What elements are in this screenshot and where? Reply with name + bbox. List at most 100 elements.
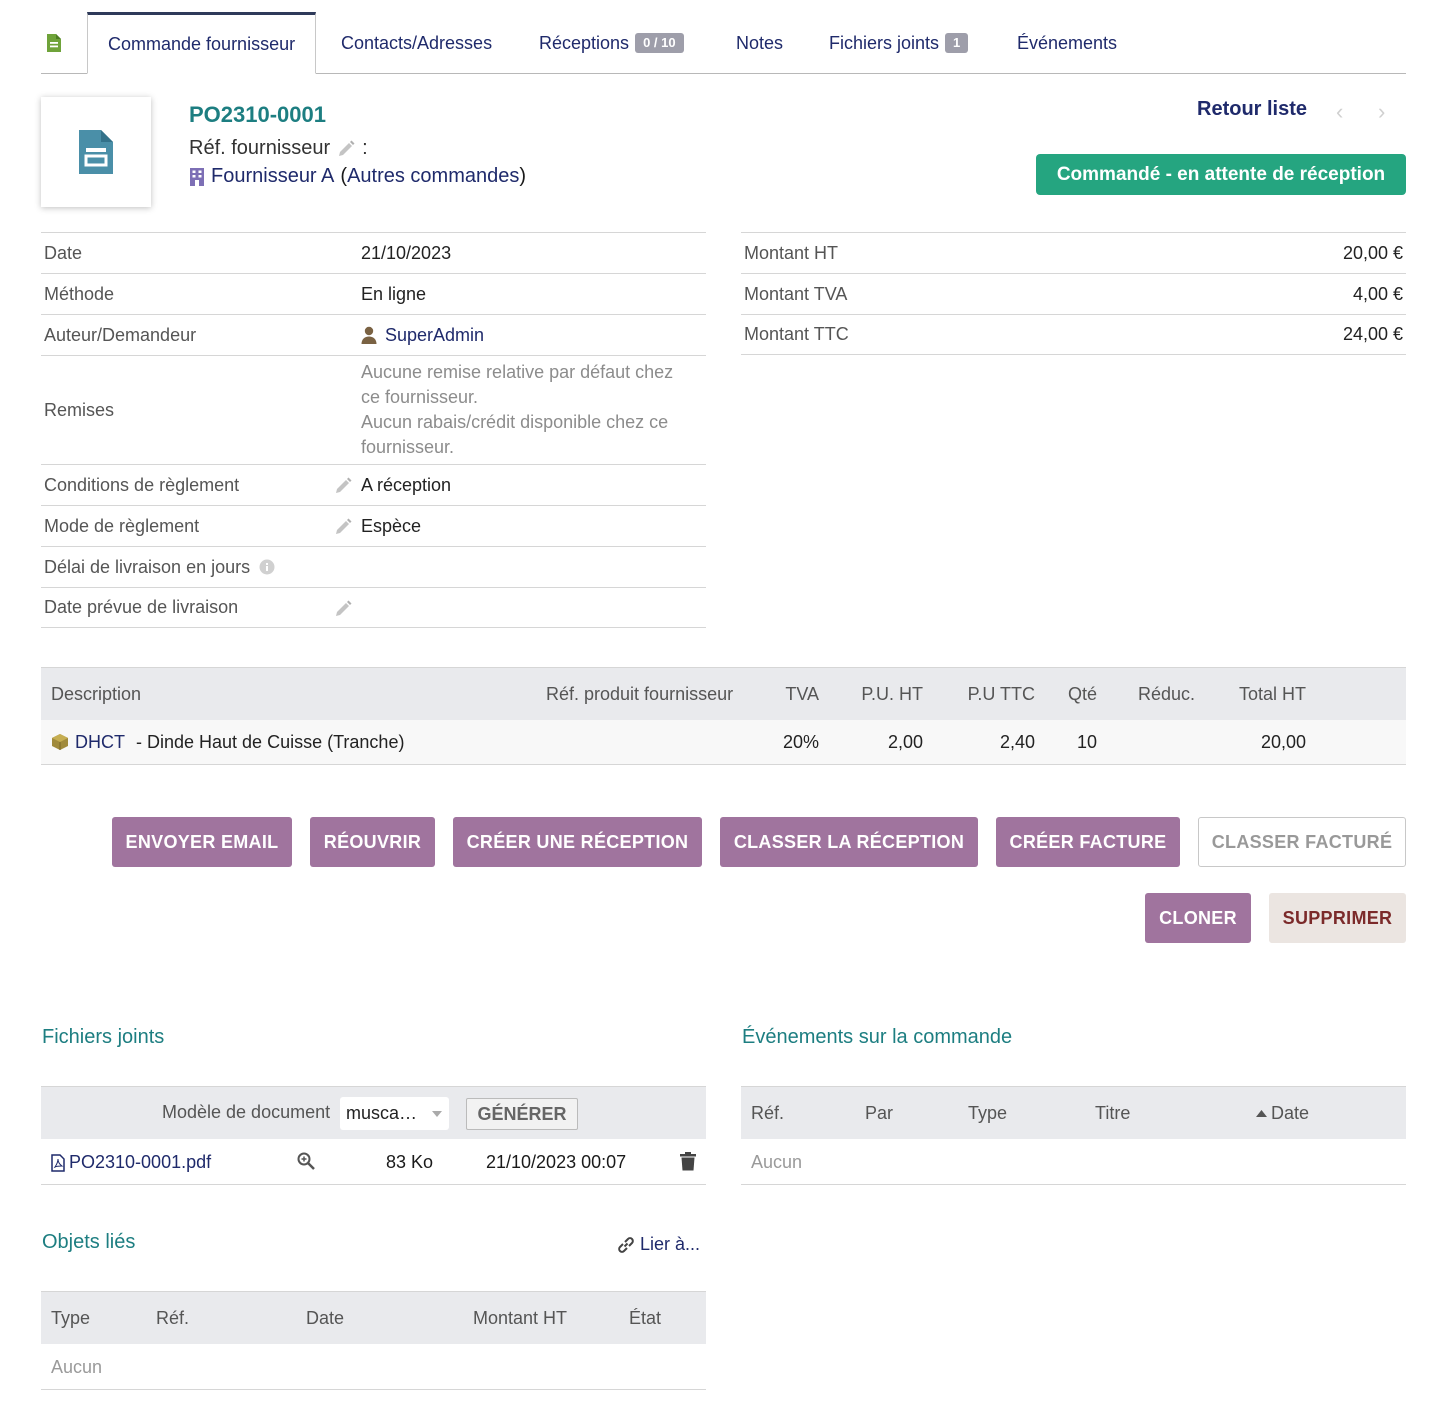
col-supplier-ref: Réf. produit fournisseur [546,683,734,704]
delete-button[interactable]: SUPPRIMER [1269,893,1406,943]
zoom-preview-icon[interactable] [297,1152,315,1170]
col-qty: Qté [1067,683,1097,704]
amount-tva-value: 4,00 € [1352,283,1403,304]
events-col-date[interactable]: Date [1256,1103,1309,1124]
method-label: Méthode [44,283,115,304]
tab-bar: Commande fournisseur Contacts/Adresses R… [41,12,1406,74]
date-value: 21/10/2023 [361,242,452,263]
send-email-button[interactable]: ENVOYER EMAIL [112,817,292,867]
other-orders-link[interactable]: Autres commandes [347,165,519,187]
product-ref-link[interactable]: DHCT [75,732,125,753]
create-invoice-button[interactable]: CRÉER FACTURE [996,817,1180,867]
previous-record-icon[interactable]: ‹ [1336,99,1343,125]
generate-button[interactable]: GÉNÉRER [466,1098,578,1130]
linked-col-type: Type [51,1308,91,1328]
pdf-file-icon [51,1153,65,1172]
amount-ht-value: 20,00 € [1342,242,1403,263]
status-badge: Commandé - en attente de réception [1036,154,1406,195]
tab-contacts[interactable]: Contacts/Adresses [341,12,492,74]
link-to-button[interactable]: Lier à... [617,1234,700,1255]
events-col-ref[interactable]: Réf. [751,1103,784,1124]
events-col-by[interactable]: Par [865,1103,893,1124]
credit-text: Aucun rabais/crédit disponible chez ce f… [361,412,669,457]
line-pu-ttc: 2,40 [999,731,1035,752]
chevron-down-icon [432,1111,442,1117]
tab-attached-files[interactable]: Fichiers joints 1 [829,12,969,74]
document-icon [47,34,61,52]
other-orders-group: (Autres commandes) [340,165,527,187]
classify-reception-button[interactable]: CLASSER LA RÉCEPTION [720,817,978,867]
edit-pencil-icon[interactable] [333,517,353,537]
sort-asc-icon [1256,1110,1267,1117]
events-empty-text: Aucun [751,1152,803,1172]
tab-label: Contacts/Adresses [341,32,493,53]
info-icon[interactable] [259,559,275,575]
edit-pencil-icon[interactable] [336,139,356,159]
document-thumbnail [41,97,151,207]
col-pu-ht: P.U. HT [861,683,923,704]
receptions-count-badge: 0 / 10 [635,33,684,53]
info-row-date: Date 21/10/2023 [41,232,706,273]
edit-pencil-icon[interactable] [333,476,353,496]
info-row-method: Méthode En ligne [41,273,706,314]
supplier-ref-line: Réf. fournisseur : [189,137,368,160]
payment-terms-value: A réception [361,474,452,495]
author-value: SuperAdmin [361,325,706,346]
amounts-table: Montant HT 20,00 € Montant TVA 4,00 € Mo… [741,232,1406,355]
delivery-delay-label: Délai de livraison en jours [44,556,251,577]
tab-label: Réceptions [539,32,630,53]
product-box-icon [52,734,68,750]
supplier-ref-label: Réf. fournisseur [189,137,331,159]
reopen-button[interactable]: RÉOUVRIR [310,817,435,867]
linked-col-state: État [629,1308,662,1328]
model-select[interactable]: musca… [340,1097,449,1130]
col-total-ht: Total HT [1238,683,1306,704]
supplier-ref-separator: : [362,137,368,159]
tab-label: Événements [1017,32,1118,53]
discounts-value: Aucune remise relative par défaut chez c… [361,356,691,464]
author-label: Auteur/Demandeur [44,324,197,345]
building-icon [190,167,204,186]
events-col-title[interactable]: Titre [1095,1103,1130,1124]
files-count-badge: 1 [945,33,969,53]
tab-label: Notes [736,32,784,53]
info-row-author: Auteur/Demandeur SuperAdmin [41,314,706,355]
files-section-title: Fichiers joints [42,1026,165,1048]
method-value: En ligne [361,283,427,304]
file-name-link[interactable]: PO2310-0001.pdf [69,1152,211,1173]
user-icon [361,326,377,344]
payment-mode-value: Espèce [361,515,422,536]
file-date: 21/10/2023 00:07 [486,1152,627,1172]
author-link[interactable]: SuperAdmin [385,325,484,346]
supplier-line: Fournisseur A (Autres commandes) [189,165,526,188]
order-lines-header: Description Réf. produit fournisseur TVA… [41,667,1406,720]
delivery-delay-label-wrap: Délai de livraison en jours [41,557,275,578]
table-row[interactable]: DHCT - Dinde Haut de Cuisse (Tranche) 20… [41,720,1406,765]
next-record-icon[interactable]: › [1378,99,1385,125]
tab-label: Fichiers joints [829,32,940,53]
supplier-link[interactable]: Fournisseur A [211,165,334,188]
delivery-date-label: Date prévue de livraison [44,597,239,617]
events-col-date-label: Date [1271,1103,1310,1123]
linked-section-title: Objets liés [42,1231,136,1253]
line-qty: 10 [1076,731,1097,752]
link-to-label: Lier à... [640,1234,701,1254]
events-col-type[interactable]: Type [968,1103,1007,1124]
amount-ttc-label: Montant TTC [744,324,849,344]
tab-events[interactable]: Événements [1017,12,1117,74]
line-description: DHCT - Dinde Haut de Cuisse (Tranche) [51,720,404,764]
create-reception-button[interactable]: CRÉER UNE RÉCEPTION [453,817,702,867]
clone-button[interactable]: CLONER [1145,893,1251,943]
tab-supplier-order[interactable]: Commande fournisseur [87,12,317,74]
info-row-delivery-delay: Délai de livraison en jours [41,546,706,587]
amount-ht-label: Montant HT [744,242,839,263]
tab-notes[interactable]: Notes [736,12,783,74]
linked-empty-text: Aucun [51,1357,103,1377]
trash-icon[interactable] [680,1152,696,1171]
back-to-list-link[interactable]: Retour liste [1197,98,1307,121]
line-total-ht: 20,00 [1260,731,1306,752]
tab-receptions[interactable]: Réceptions 0 / 10 [539,12,684,74]
tab-card-icon[interactable] [46,12,62,74]
amount-row-tva: Montant TVA 4,00 € [741,273,1406,314]
edit-pencil-icon[interactable] [333,599,353,619]
